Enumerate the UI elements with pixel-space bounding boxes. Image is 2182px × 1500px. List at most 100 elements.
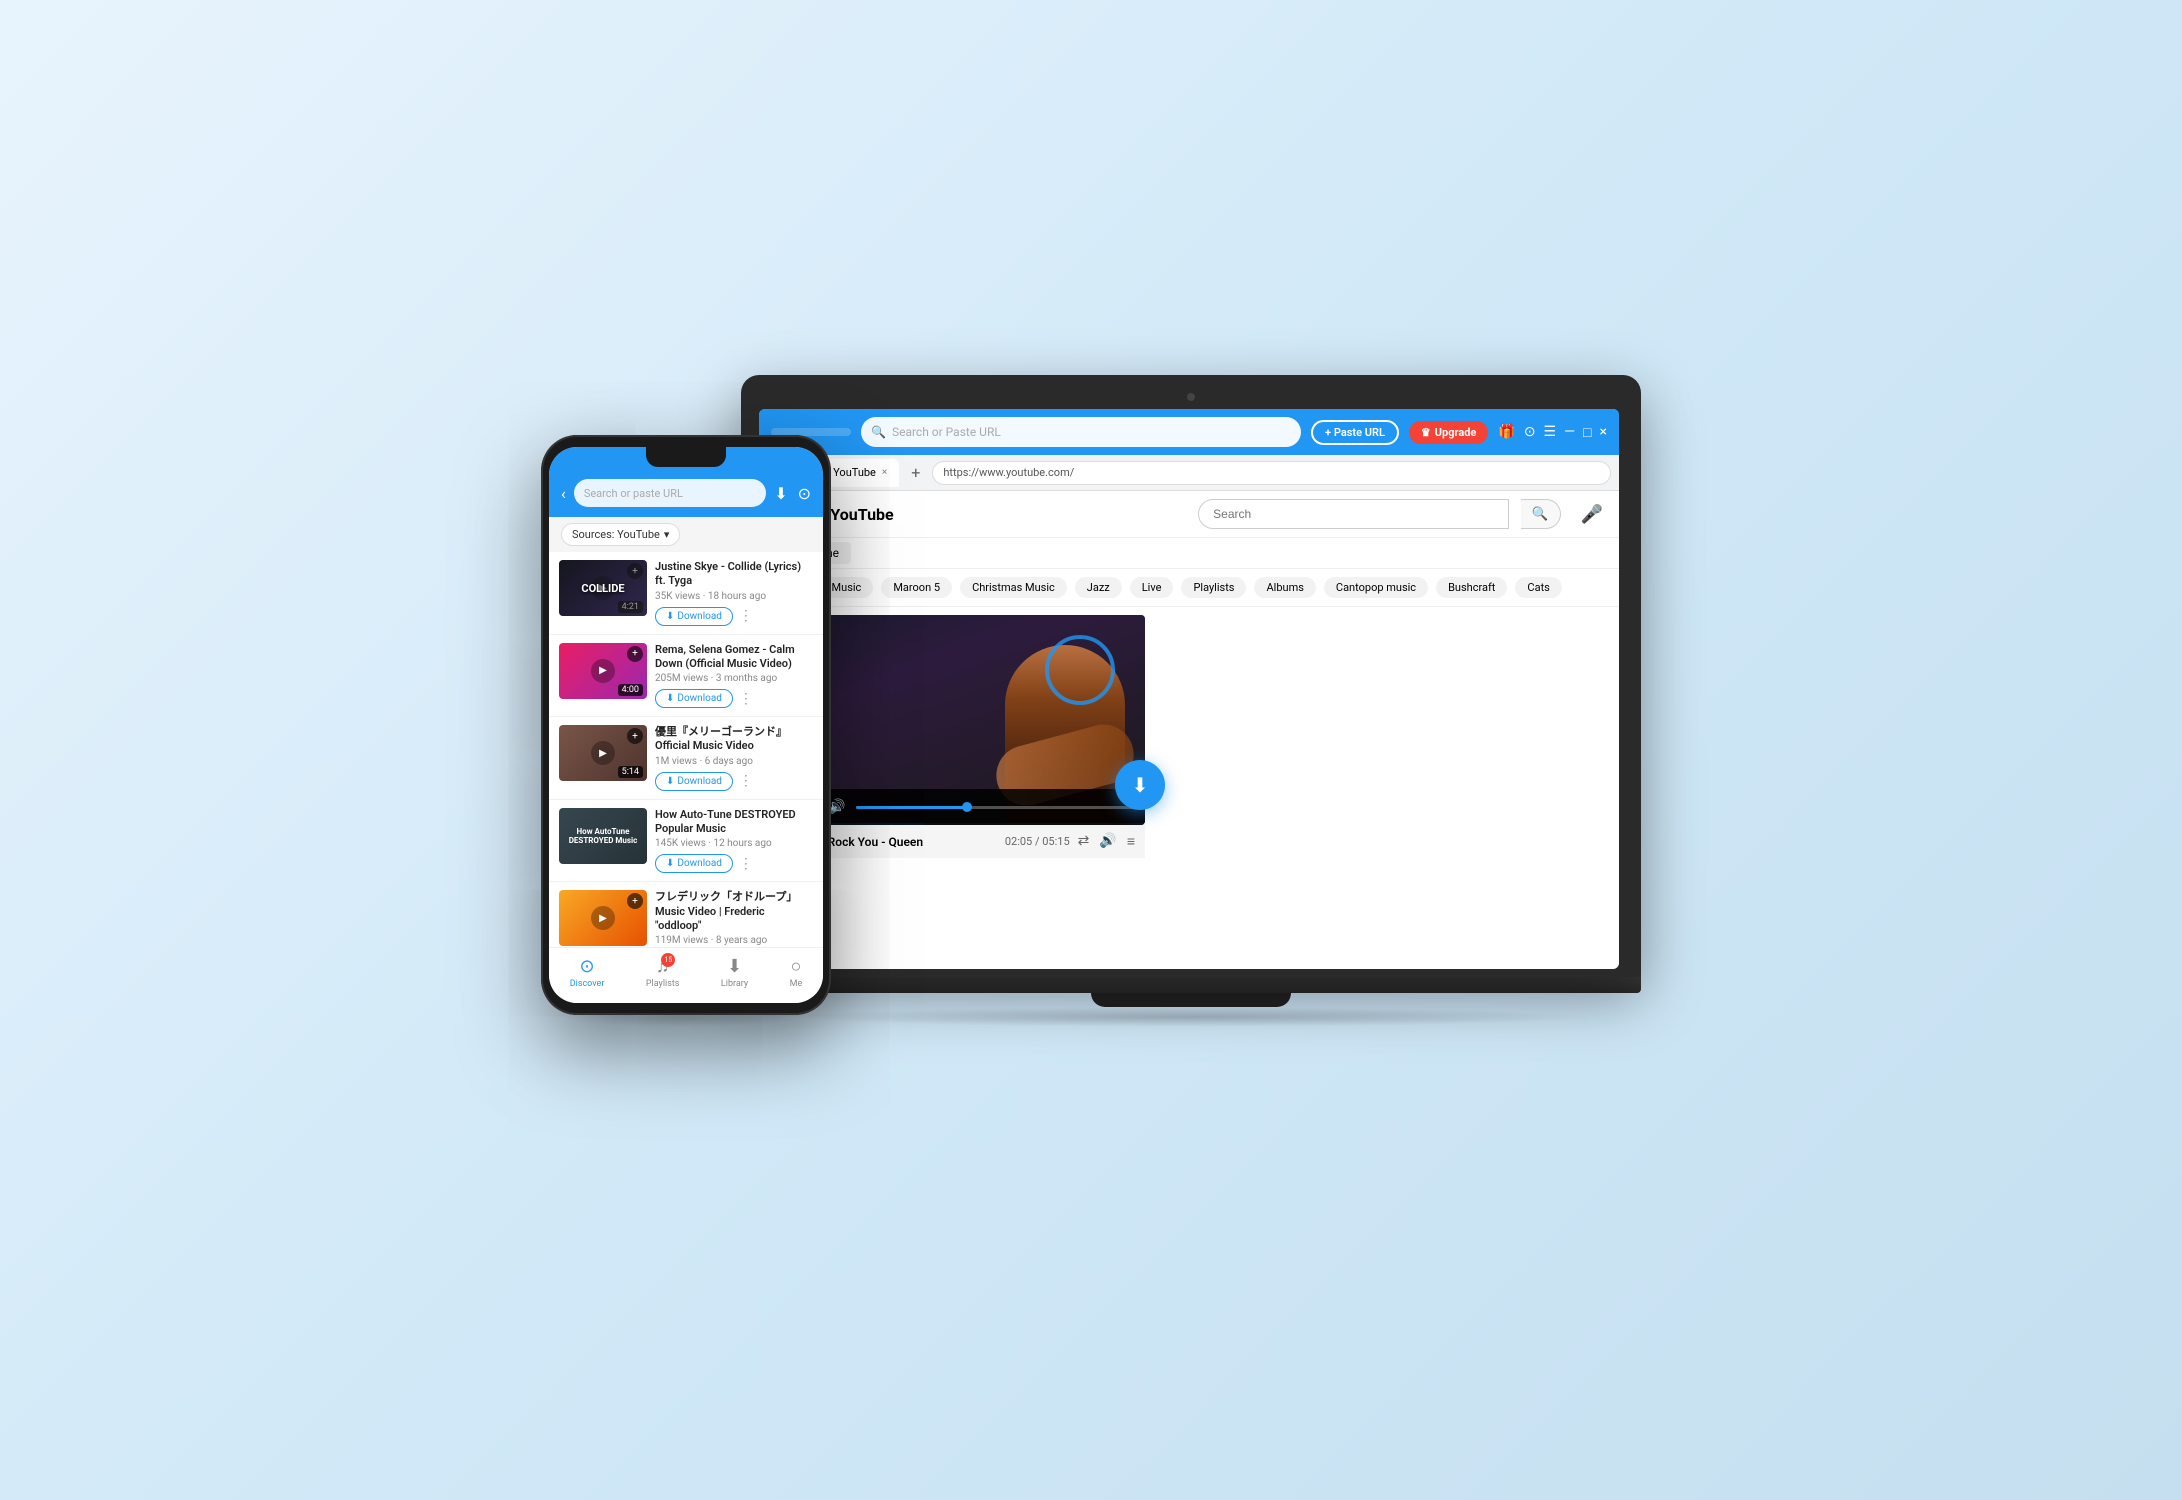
tab-close-button[interactable]: × — [882, 467, 887, 478]
new-tab-button[interactable]: + — [905, 463, 926, 482]
video-info: How Auto-Tune DESTROYED Popular Music 14… — [655, 808, 813, 874]
yt-cat-jazz[interactable]: Jazz — [1075, 577, 1122, 598]
video-meta: 205M views · 3 months ago — [655, 673, 813, 684]
download-label: Download — [677, 776, 722, 787]
video-title: 優里『メリーゴーランド』Official Music Video — [655, 725, 813, 754]
video-progress-fill — [856, 806, 968, 809]
download-fab-button[interactable]: ⬇ — [1115, 760, 1165, 810]
yt-cat-cats[interactable]: Cats — [1515, 577, 1561, 598]
download-button-3[interactable]: ⬇ Download — [655, 772, 733, 791]
phone-shadow — [561, 1007, 801, 1027]
nav-discover[interactable]: ⊙ Discover — [570, 956, 605, 989]
yt-mic-icon[interactable]: 🎤 — [1581, 504, 1603, 525]
video-thumb-5[interactable]: ▶ + — [559, 890, 647, 946]
yt-cat-playlists[interactable]: Playlists — [1181, 577, 1246, 598]
video-title: How Auto-Tune DESTROYED Popular Music — [655, 808, 813, 837]
download-label: Download — [677, 693, 722, 704]
nav-library[interactable]: ⬇ Library — [721, 956, 748, 989]
download-label: Download — [677, 858, 722, 869]
yt-categories: All Music Maroon 5 Christmas Music Jazz … — [759, 569, 1619, 607]
nav-playlists[interactable]: ♫ 15 Playlists — [646, 956, 680, 989]
app-search-placeholder: Search or Paste URL — [892, 425, 1001, 439]
yt-cat-christmas[interactable]: Christmas Music — [960, 577, 1067, 598]
yt-video-time: 02:05 / 05:15 — [1005, 835, 1070, 848]
nav-playlists-label: Playlists — [646, 979, 680, 989]
yt-header: ☰ ▶ YouTube 🔍 🎤 — [759, 491, 1619, 538]
sources-badge[interactable]: Sources: YouTube ▾ — [561, 523, 680, 546]
laptop-base — [741, 977, 1641, 993]
laptop-camera — [1187, 393, 1195, 401]
video-thumb-4[interactable]: How AutoTune DESTROYED Music — [559, 808, 647, 864]
more-button-1[interactable]: ⋮ — [739, 608, 753, 624]
minimize-icon[interactable]: — — [1564, 424, 1575, 440]
more-button-4[interactable]: ⋮ — [739, 856, 753, 872]
nav-me-label: Me — [790, 979, 803, 989]
crown-icon: ♛ — [1421, 426, 1431, 439]
video-meta: 119M views · 8 years ago — [655, 935, 813, 946]
youtube-content: ☰ ▶ YouTube 🔍 🎤 ⌂ Home — [759, 491, 1619, 866]
queue-icon[interactable]: ≡ — [1127, 833, 1135, 850]
yt-cat-live[interactable]: Live — [1130, 577, 1174, 598]
video-item: How AutoTune DESTROYED Music How Auto-Tu… — [549, 800, 823, 883]
add-icon[interactable]: + — [627, 646, 643, 662]
video-duration: 4:00 — [618, 684, 643, 696]
yt-search-input[interactable] — [1198, 499, 1508, 529]
nav-me[interactable]: ○ Me — [790, 956, 803, 989]
download-button-2[interactable]: ⬇ Download — [655, 689, 733, 708]
download-button-4[interactable]: ⬇ Download — [655, 854, 733, 873]
sources-dropdown-icon: ▾ — [664, 528, 670, 541]
more-button-3[interactable]: ⋮ — [739, 773, 753, 789]
volume-icon[interactable]: 🔊 — [828, 799, 845, 815]
video-meta: 35K views · 18 hours ago — [655, 591, 813, 602]
phone-header-icons: ⬇ ⊙ — [774, 484, 811, 503]
yt-main-layout: ▶ ⏭ 🔊 — [759, 607, 1619, 866]
nav-discover-label: Discover — [570, 979, 605, 989]
video-actions: ⬇ Download ⋮ — [655, 607, 813, 626]
phone-settings-icon[interactable]: ⊙ — [798, 484, 811, 503]
yt-search-button[interactable]: 🔍 — [1521, 499, 1561, 529]
video-info: Justine Skye - Collide (Lyrics) ft. Tyga… — [655, 560, 813, 626]
video-thumb-3[interactable]: ▶ + 5:14 — [559, 725, 647, 781]
laptop-shadow — [791, 1007, 1591, 1027]
yt-cat-cantopop[interactable]: Cantopop music — [1324, 577, 1428, 598]
phone-notch — [646, 447, 726, 467]
sources-label: Sources: YouTube — [572, 528, 660, 541]
download-button-1[interactable]: ⬇ Download — [655, 607, 733, 626]
maximize-icon[interactable]: □ — [1583, 424, 1591, 441]
address-bar[interactable]: https://www.youtube.com/ — [932, 461, 1611, 485]
upgrade-button[interactable]: ♛ Upgrade — [1409, 421, 1488, 444]
video-actions: ⬇ Download ⋮ — [655, 689, 813, 708]
yt-cat-maroon5[interactable]: Maroon 5 — [881, 577, 952, 598]
shuffle-icon[interactable]: ⇄ — [1078, 833, 1090, 850]
badge-count: 15 — [661, 953, 675, 967]
video-info: フレデリック「オドループ」Music Video | Frederic "odd… — [655, 890, 813, 947]
paste-url-button[interactable]: + Paste URL — [1311, 420, 1399, 445]
gift-icon: 🎁 — [1498, 424, 1515, 440]
download-icon: ⬇ — [666, 776, 674, 787]
phone-video-list: ▶ + 4:21 COLLIDE Justine Skye - Collide … — [549, 552, 823, 947]
download-icon: ⬇ — [666, 858, 674, 869]
phone-download-icon[interactable]: ⬇ — [774, 484, 787, 503]
library-icon: ⬇ — [727, 956, 742, 977]
app-titlebar: 🔍 Search or Paste URL + Paste URL ♛ Upgr… — [759, 409, 1619, 455]
video-progress-bar[interactable] — [856, 806, 1135, 809]
menu-icon[interactable]: ☰ — [1544, 424, 1557, 440]
app-search-bar[interactable]: 🔍 Search or Paste URL — [861, 417, 1301, 447]
phone-bottom-nav: ⊙ Discover ♫ 15 Playlists ⬇ Library — [549, 947, 823, 1003]
video-thumb-2[interactable]: ▶ + 4:00 — [559, 643, 647, 699]
close-icon[interactable]: × — [1600, 424, 1607, 440]
phone-back-button[interactable]: ‹ — [561, 484, 566, 503]
yt-cat-bushcraft[interactable]: Bushcraft — [1436, 577, 1507, 598]
nav-library-label: Library — [721, 979, 748, 989]
video-meta: 1M views · 6 days ago — [655, 756, 813, 767]
video-thumb-1[interactable]: ▶ + 4:21 COLLIDE — [559, 560, 647, 616]
phone: ‹ Search or paste URL ⬇ ⊙ Sources: YouTu… — [541, 435, 831, 1015]
more-button-2[interactable]: ⋮ — [739, 691, 753, 707]
discover-icon: ⊙ — [580, 956, 595, 977]
laptop-stand — [1091, 993, 1291, 1007]
download-icon: ⬇ — [666, 611, 674, 622]
volume-ctrl-icon[interactable]: 🔊 — [1099, 833, 1116, 850]
browser-bar: ‹ › ↻ ▶ YouTube × + https://www.youtube.… — [759, 455, 1619, 491]
yt-cat-albums[interactable]: Albums — [1254, 577, 1315, 598]
phone-search-bar[interactable]: Search or paste URL — [574, 479, 766, 507]
